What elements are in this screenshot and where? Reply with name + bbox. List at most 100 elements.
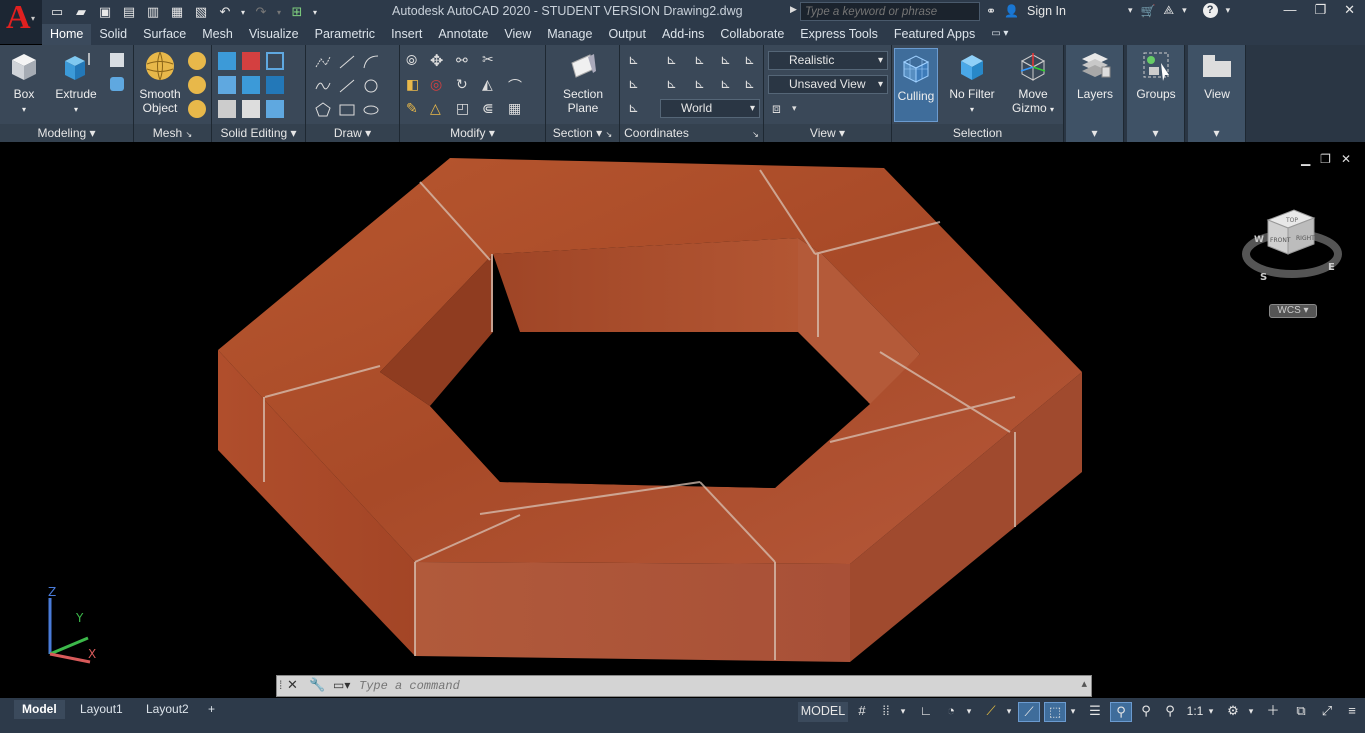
save-icon[interactable]: ▣: [94, 2, 116, 22]
fillet-edge-icon[interactable]: [266, 76, 284, 94]
plot-icon[interactable]: ▧: [190, 2, 212, 22]
exchange-dropdown-icon[interactable]: ▾: [1182, 5, 1187, 16]
culling-button[interactable]: Culling: [894, 48, 938, 122]
restore-icon[interactable]: ❐: [1314, 2, 1326, 18]
workspace-icon[interactable]: ⊞: [286, 2, 308, 22]
new-icon[interactable]: ▭: [46, 2, 68, 22]
presspull-icon[interactable]: [110, 77, 124, 91]
viewport-config-dropdown-icon[interactable]: ▾: [792, 103, 797, 114]
thicken-icon[interactable]: [242, 100, 260, 118]
isolate-icon[interactable]: ⦾: [406, 52, 424, 70]
customization-menu-icon[interactable]: ≡: [1342, 702, 1362, 722]
ucs-icon-9[interactable]: ⊾: [720, 76, 738, 94]
tab-output[interactable]: Output: [600, 24, 654, 45]
extrude-button[interactable]: Extrude ▾: [50, 49, 102, 117]
tab-featured-apps[interactable]: Featured Apps: [886, 24, 983, 45]
annotation-monitor-icon[interactable]: ＋: [1262, 702, 1284, 722]
cart-icon[interactable]: 🛒: [1140, 4, 1155, 18]
exchange-icon[interactable]: ⟁: [1163, 3, 1174, 18]
polygon-icon[interactable]: [314, 101, 332, 119]
open-web-icon[interactable]: ▥: [142, 2, 164, 22]
viewport-close-icon[interactable]: ✕: [1341, 152, 1351, 166]
ribbon-minimize-icon[interactable]: ▭ ▾: [983, 24, 1016, 45]
isodraft-icon[interactable]: ⟋: [980, 702, 1002, 722]
align-icon[interactable]: △: [430, 100, 448, 118]
polar-icon[interactable]: ◔: [940, 702, 962, 722]
section-plane-button[interactable]: Section Plane: [556, 49, 610, 115]
workspace-gear-icon[interactable]: ⚙: [1222, 702, 1244, 722]
tab-mesh[interactable]: Mesh: [194, 24, 241, 45]
grid-icon[interactable]: #: [852, 702, 872, 722]
layers-expand-icon[interactable]: ▾: [1066, 124, 1123, 142]
mirror-icon[interactable]: ◭: [482, 76, 500, 94]
ucs-icon-5[interactable]: ⊾: [744, 52, 762, 70]
fillet-icon[interactable]: ⌒: [508, 76, 526, 94]
move-gizmo-button[interactable]: Move Gizmo ▾: [1006, 49, 1060, 117]
ucs-icon-11[interactable]: ⊾: [628, 100, 646, 118]
named-view-dropdown[interactable]: Unsaved View: [768, 75, 888, 94]
open-icon[interactable]: ▰: [70, 2, 92, 22]
application-menu-button[interactable]: A ▾: [0, 0, 42, 44]
smooth-object-button[interactable]: Smooth Object: [136, 49, 184, 115]
layers-button[interactable]: Layers: [1072, 49, 1118, 101]
scale-icon[interactable]: ◰: [456, 100, 474, 118]
viewcube[interactable]: TOP FRONT RIGHT W S E: [1242, 202, 1342, 292]
save-as-icon[interactable]: ▤: [118, 2, 140, 22]
spline-icon[interactable]: [314, 77, 332, 95]
clean-screen-icon[interactable]: ⤢: [1316, 702, 1338, 722]
mesh-crease-icon[interactable]: [188, 100, 206, 118]
user-icon[interactable]: 👤: [1004, 4, 1019, 18]
undo-icon[interactable]: ↶: [214, 2, 236, 22]
object-snap-tracking-icon[interactable]: ⟋: [1018, 702, 1040, 722]
panel-title-draw[interactable]: Draw ▾: [306, 124, 399, 142]
tab-solid[interactable]: Solid: [91, 24, 135, 45]
command-customize-icon[interactable]: 🔧: [309, 677, 325, 693]
snap-dropdown-icon[interactable]: ▾: [898, 702, 908, 722]
annotation-scale-value[interactable]: 1:1: [1184, 702, 1206, 722]
separate-icon[interactable]: [266, 100, 284, 118]
ucs-icon-8[interactable]: ⊾: [694, 76, 712, 94]
layout-tab-layout1[interactable]: Layout1: [72, 700, 131, 719]
array-icon[interactable]: ▦: [508, 100, 526, 118]
workspace-dropdown-icon[interactable]: ▾: [310, 2, 320, 22]
polysolid-icon[interactable]: [110, 53, 124, 67]
tab-manage[interactable]: Manage: [539, 24, 600, 45]
panel-title-modify[interactable]: Modify ▾: [400, 124, 545, 142]
binoculars-icon[interactable]: ⚭: [986, 4, 996, 18]
3d-rotate-icon[interactable]: ◎: [430, 76, 448, 94]
viewport-restore-icon[interactable]: ❐: [1320, 152, 1331, 166]
groups-button[interactable]: Groups: [1133, 49, 1179, 101]
annotation-visibility-icon[interactable]: ⚲: [1110, 702, 1132, 722]
ucs-icon-6[interactable]: ⊾: [628, 76, 646, 94]
redo-dropdown-icon[interactable]: ▾: [274, 2, 284, 22]
units-icon[interactable]: ⧉: [1290, 702, 1312, 722]
command-grip-icon[interactable]: ⁞: [279, 678, 282, 692]
viewport-minimize-icon[interactable]: ▁: [1301, 152, 1310, 166]
search-input[interactable]: [800, 2, 980, 21]
rotate-icon[interactable]: ↻: [456, 76, 474, 94]
search-expand-icon[interactable]: ▶: [790, 4, 797, 15]
help-dropdown-icon[interactable]: ▾: [1226, 5, 1231, 16]
view-button[interactable]: View: [1194, 49, 1240, 101]
command-history-up-icon[interactable]: ▴: [1081, 677, 1087, 690]
mesh-refine-icon[interactable]: [188, 76, 206, 94]
object-snap-icon[interactable]: ⬚: [1044, 702, 1066, 722]
move-icon[interactable]: ✥: [430, 51, 448, 70]
ucs-icon-10[interactable]: ⊾: [744, 76, 762, 94]
sign-in-dropdown-icon[interactable]: ▾: [1128, 5, 1133, 16]
tab-insert[interactable]: Insert: [383, 24, 430, 45]
add-layout-icon[interactable]: +: [200, 700, 223, 719]
view-expand-icon[interactable]: ▾: [1188, 124, 1245, 142]
tab-express-tools[interactable]: Express Tools: [792, 24, 886, 45]
intersect-icon[interactable]: [218, 76, 236, 94]
object-snap-dropdown-icon[interactable]: ▾: [1068, 702, 1078, 722]
annotation-scale-dropdown-icon[interactable]: ▾: [1206, 702, 1216, 722]
panel-title-view[interactable]: View ▾: [764, 124, 891, 142]
rectangle-icon[interactable]: [338, 101, 356, 119]
redo-icon[interactable]: ↷: [250, 2, 272, 22]
auto-scale-icon[interactable]: ⚲: [1136, 702, 1156, 722]
ucs-icon-1[interactable]: ⊾: [628, 52, 646, 70]
hexagonal-ring-solid[interactable]: [0, 142, 1365, 698]
polyline-icon[interactable]: [314, 53, 332, 71]
tab-parametric[interactable]: Parametric: [307, 24, 383, 45]
